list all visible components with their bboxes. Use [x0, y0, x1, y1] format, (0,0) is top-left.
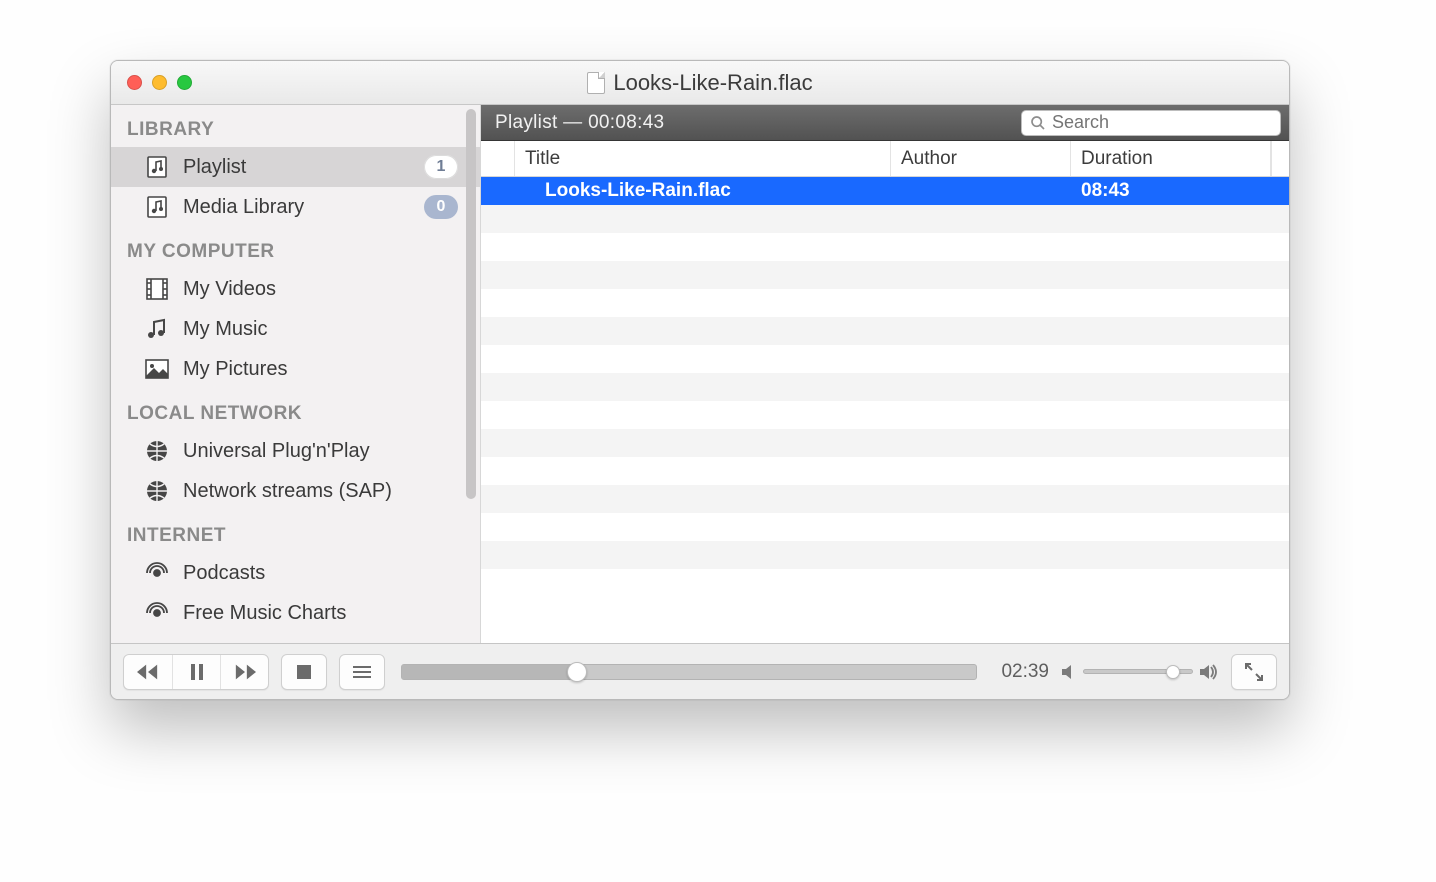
playlist-row[interactable] — [481, 261, 1289, 289]
document-icon — [587, 72, 605, 94]
sidebar-item-label: My Videos — [183, 278, 458, 301]
section-heading: INTERNET — [111, 511, 480, 553]
playlist-row[interactable] — [481, 205, 1289, 233]
volume-slider[interactable] — [1083, 669, 1193, 674]
count-badge: 1 — [424, 155, 458, 179]
transport-group — [123, 654, 269, 690]
playlist-row[interactable] — [481, 401, 1289, 429]
sidebar-item[interactable]: My Pictures — [111, 349, 480, 389]
section-heading: MY COMPUTER — [111, 227, 480, 269]
volume-high-icon — [1199, 664, 1219, 680]
section-heading: LIBRARY — [111, 105, 480, 147]
playlist-row[interactable] — [481, 429, 1289, 457]
stop-button[interactable] — [282, 655, 326, 689]
playlist-row[interactable] — [481, 317, 1289, 345]
close-window-button[interactable] — [127, 75, 142, 90]
podcast-icon — [145, 561, 169, 585]
sidebar-item[interactable]: My Music — [111, 309, 480, 349]
playlist-row[interactable] — [481, 485, 1289, 513]
seek-knob[interactable] — [567, 662, 587, 682]
playlist-rows[interactable]: Looks-Like-Rain.flac 08:43 — [481, 177, 1289, 643]
sidebar-item[interactable]: Podcasts — [111, 553, 480, 593]
playlist-row[interactable]: Looks-Like-Rain.flac 08:43 — [481, 177, 1289, 205]
fullscreen-button[interactable] — [1232, 655, 1276, 689]
globe-icon — [145, 479, 169, 503]
minimize-window-button[interactable] — [152, 75, 167, 90]
window-title: Looks-Like-Rain.flac — [613, 70, 812, 96]
film-icon — [145, 277, 169, 301]
picture-icon — [145, 357, 169, 381]
search-input[interactable] — [1052, 112, 1284, 133]
playlist-header-title: Playlist — 00:08:43 — [495, 112, 664, 134]
volume-control — [1061, 664, 1219, 680]
cell-title: Looks-Like-Rain.flac — [481, 180, 891, 202]
app-window: Looks-Like-Rain.flac LIBRARYPlaylist1Med… — [110, 60, 1290, 700]
sidebar-item-label: Free Music Charts — [183, 602, 458, 625]
sidebar-item-label: Universal Plug'n'Play — [183, 440, 458, 463]
sidebar-item[interactable]: Universal Plug'n'Play — [111, 431, 480, 471]
playlist-row[interactable] — [481, 541, 1289, 569]
sidebar-item-label: Media Library — [183, 196, 424, 219]
column-header-title[interactable]: Title — [515, 141, 891, 176]
column-header-author[interactable]: Author — [891, 141, 1071, 176]
playlist-row[interactable] — [481, 513, 1289, 541]
volume-low-icon — [1061, 664, 1077, 680]
window-controls — [111, 75, 192, 90]
playlist-header: Playlist — 00:08:43 — [481, 105, 1289, 141]
playlist-row[interactable] — [481, 289, 1289, 317]
seek-slider[interactable] — [401, 664, 977, 680]
sidebar[interactable]: LIBRARYPlaylist1Media Library0MY COMPUTE… — [111, 105, 481, 643]
stop-button-group — [281, 654, 327, 690]
sidebar-item[interactable]: My Videos — [111, 269, 480, 309]
playlist-row[interactable] — [481, 569, 1289, 597]
playlist-row[interactable] — [481, 233, 1289, 261]
sidebar-item-label: Podcasts — [183, 562, 458, 585]
sidebar-item[interactable]: Playlist1 — [111, 147, 480, 187]
forward-button[interactable] — [220, 655, 268, 689]
volume-knob[interactable] — [1166, 665, 1180, 679]
sidebar-scrollbar[interactable] — [466, 109, 476, 499]
sidebar-item-label: My Music — [183, 318, 458, 341]
playlist-columns[interactable]: Title Author Duration — [481, 141, 1289, 177]
podcast-icon — [145, 601, 169, 625]
elapsed-time[interactable]: 02:39 — [993, 661, 1049, 683]
sidebar-item-label: My Pictures — [183, 358, 458, 381]
section-heading: LOCAL NETWORK — [111, 389, 480, 431]
titlebar[interactable]: Looks-Like-Rain.flac — [111, 61, 1289, 105]
column-header-duration[interactable]: Duration — [1071, 141, 1271, 176]
playlist-icon — [145, 155, 169, 179]
main-panel: Playlist — 00:08:43 Title Author Duratio… — [481, 105, 1289, 643]
music-note-icon — [145, 317, 169, 341]
cell-duration: 08:43 — [1071, 180, 1271, 202]
playlist-row[interactable] — [481, 345, 1289, 373]
rewind-button[interactable] — [124, 655, 172, 689]
pause-button[interactable] — [172, 655, 220, 689]
count-badge: 0 — [424, 195, 458, 219]
search-icon — [1030, 115, 1046, 131]
sidebar-item[interactable]: Media Library0 — [111, 187, 480, 227]
sidebar-item[interactable]: Network streams (SAP) — [111, 471, 480, 511]
playlist-toggle-group — [339, 654, 385, 690]
fullscreen-group — [1231, 654, 1277, 690]
search-field[interactable] — [1021, 110, 1281, 136]
seek-fill — [402, 665, 577, 679]
playlist-row[interactable] — [481, 457, 1289, 485]
globe-icon — [145, 439, 169, 463]
media-library-icon — [145, 195, 169, 219]
zoom-window-button[interactable] — [177, 75, 192, 90]
playlist-row[interactable] — [481, 373, 1289, 401]
sidebar-item[interactable]: Free Music Charts — [111, 593, 480, 633]
sidebar-item-label: Network streams (SAP) — [183, 480, 458, 503]
playlist-toggle-button[interactable] — [340, 655, 384, 689]
sidebar-item-label: Playlist — [183, 156, 424, 179]
player-controls: 02:39 — [111, 643, 1289, 699]
